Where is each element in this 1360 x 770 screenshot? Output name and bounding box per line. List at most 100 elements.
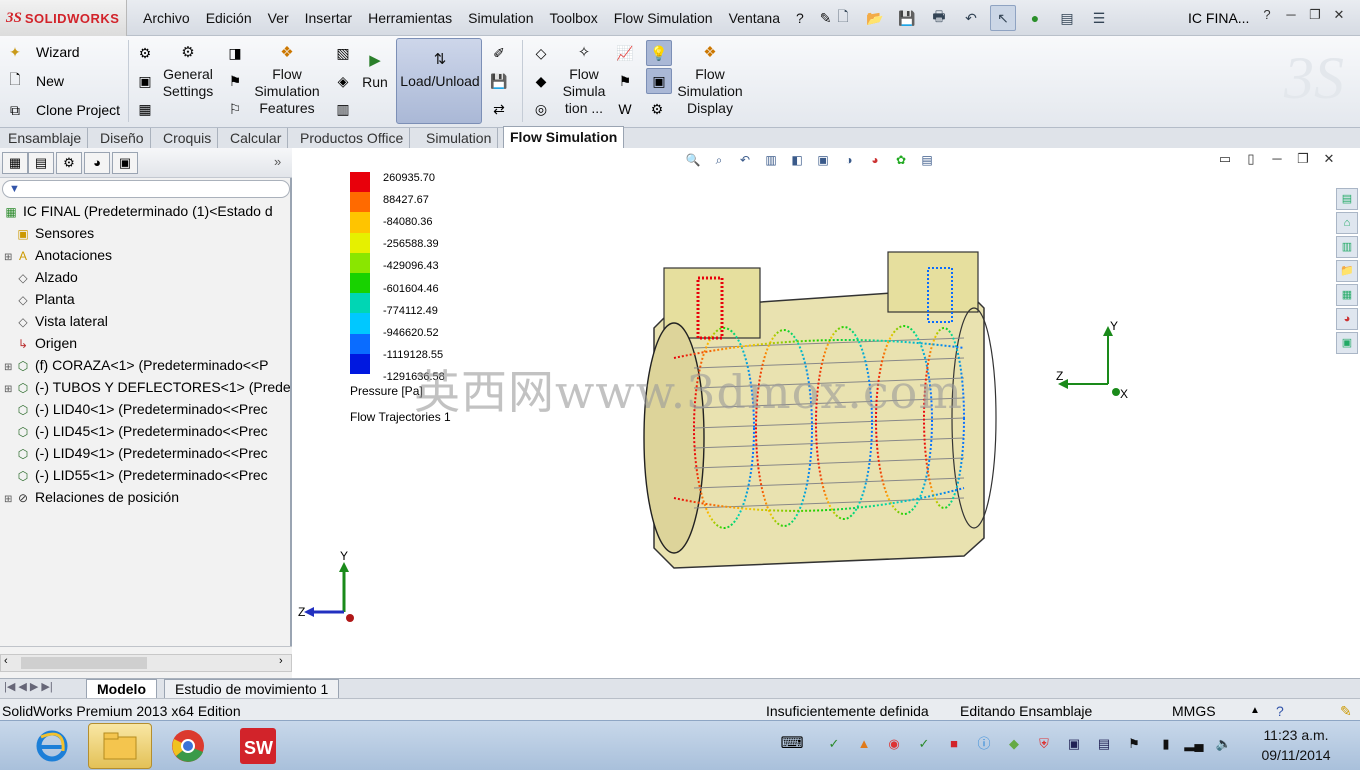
expand-icon[interactable]: ⊞	[4, 357, 14, 376]
tab-modelo[interactable]: Modelo	[86, 679, 157, 699]
tray-app-icon[interactable]: ◉	[884, 734, 904, 754]
surface-plot-icon[interactable]: ◆	[530, 70, 552, 92]
tree-item[interactable]: ◇ Planta	[0, 288, 290, 310]
viewport-close-icon[interactable]: ✕	[1320, 150, 1338, 168]
tree-item[interactable]: ▣ Sensores	[0, 222, 290, 244]
expand-panel-icon[interactable]: »	[274, 154, 281, 169]
tab-flow-simulation[interactable]: Flow Simulation	[503, 126, 625, 148]
on-screen-keyboard-icon[interactable]: ⌨	[774, 734, 810, 754]
general-settings-button[interactable]: ⚙ General Settings	[160, 42, 216, 100]
isosurface-icon[interactable]: ◎	[530, 98, 552, 120]
save-icon[interactable]: 💾	[894, 5, 920, 31]
select-pointer-icon[interactable]: ↖	[990, 5, 1016, 31]
cut-plot-icon[interactable]: ◇	[530, 42, 552, 64]
tab-navigation-icons[interactable]: |◀ ◀ ▶ ▶|	[4, 680, 53, 693]
project-icon[interactable]: ◈	[332, 70, 354, 92]
scroll-right-icon[interactable]: ›	[279, 655, 283, 667]
viewport-minimize-icon[interactable]: ─	[1268, 150, 1286, 168]
close-icon[interactable]: ✕	[1330, 6, 1348, 24]
view-settings-icon[interactable]: ▤	[918, 151, 936, 169]
scrollbar-thumb[interactable]	[21, 657, 147, 669]
run-button[interactable]: ▶ Run	[358, 50, 392, 91]
wizard-button[interactable]: ✦ Wizard	[4, 40, 79, 64]
tray-shield-icon[interactable]: ⛨	[1034, 734, 1054, 754]
menu-toolbox[interactable]: Toolbox	[542, 0, 606, 36]
action-center-flag-icon[interactable]: ⚑	[1124, 734, 1144, 754]
tree-filter[interactable]: ▼	[2, 180, 290, 198]
tree-item[interactable]: ↳ Origen	[0, 332, 290, 354]
volume-icon[interactable]: 🔈	[1214, 734, 1234, 754]
computational-domain-icon[interactable]: ⚙	[134, 42, 156, 64]
tray-app-icon[interactable]: ▣	[1064, 734, 1084, 754]
lightbulb-icon[interactable]: 💡	[646, 40, 672, 66]
menu-insertar[interactable]: Insertar	[297, 0, 360, 36]
view-orientation-icon[interactable]: ◧	[788, 151, 806, 169]
rebuild-icon[interactable]: ●	[1022, 5, 1048, 31]
results-compare-icon[interactable]: ⇄	[488, 98, 510, 120]
tray-info-icon[interactable]: ⓘ	[974, 734, 994, 754]
menu-herramientas[interactable]: Herramientas	[360, 0, 460, 36]
flow-simulation-display-button[interactable]: ❖ Flow Simulation Display	[676, 42, 744, 117]
minimize-icon[interactable]: ─	[1282, 6, 1300, 24]
file-properties-icon[interactable]: ▤	[1054, 5, 1080, 31]
boundary-condition-icon[interactable]: ◨	[224, 42, 246, 64]
menu-simulation[interactable]: Simulation	[460, 0, 541, 36]
display-style-icon[interactable]: ▣	[814, 151, 832, 169]
tab-productos-office[interactable]: Productos Office	[294, 128, 411, 148]
configuration-manager-tab-icon[interactable]: ⚙	[56, 152, 82, 174]
menu-help[interactable]: ?	[788, 0, 812, 36]
system-clock[interactable]: 11:23 a.m. 09/11/2014	[1250, 725, 1342, 765]
tab-simulation[interactable]: Simulation	[420, 128, 499, 148]
feature-manager-tab-icon[interactable]: ▦	[2, 152, 28, 174]
solidworks-logo[interactable]: 3S SOLIDWORKS	[0, 0, 127, 36]
menu-ventana[interactable]: Ventana	[721, 0, 788, 36]
task-pane-resources-icon[interactable]: ▤	[1336, 188, 1358, 210]
flow-simulation-features-button[interactable]: ❖ Flow Simulation Features	[250, 42, 324, 117]
fluid-subdomain-icon[interactable]: ▣	[134, 70, 156, 92]
goals-icon[interactable]: ⚑	[224, 70, 246, 92]
check-geometry-icon[interactable]: ⚐	[224, 98, 246, 120]
tree-item[interactable]: ⬡ (-) LID49<1> (Predeterminado<<Prec	[0, 442, 290, 464]
menu-flow-simulation[interactable]: Flow Simulation	[606, 0, 721, 36]
zoom-to-fit-icon[interactable]: 🔍	[684, 151, 702, 169]
tree-item[interactable]: ⬡ (-) LID45<1> (Predeterminado<<Prec	[0, 420, 290, 442]
print-icon[interactable]: 🖶	[926, 5, 952, 31]
task-pane-custom-properties-icon[interactable]: ▣	[1336, 332, 1358, 354]
appearance-icon[interactable]: ◕	[866, 151, 884, 169]
tree-item[interactable]: ◇ Vista lateral	[0, 310, 290, 332]
tab-estudio-movimiento[interactable]: Estudio de movimiento 1	[164, 679, 340, 699]
goal-plot-icon[interactable]: ⚑	[614, 70, 636, 92]
task-pane-appearances-icon[interactable]: ◕	[1336, 308, 1358, 330]
mesh-icon[interactable]: ▦	[134, 98, 156, 120]
task-pane-folder-icon[interactable]: 📁	[1336, 260, 1358, 282]
new-project-button[interactable]: 🗋 New	[4, 69, 64, 93]
horizontal-scrollbar[interactable]: ‹ ›	[0, 654, 292, 672]
save-results-icon[interactable]: 💾	[488, 70, 510, 92]
expand-icon[interactable]: ⊞	[4, 247, 14, 266]
results-tool-icon[interactable]: ✐	[488, 42, 510, 64]
graphics-viewport[interactable]: 🔍 ⌕ ↶ ▥ ◧ ▣ ◑ ◕ ✿ ▤ ▭ ▯ ─ ❐ ✕ 260935.70 8…	[294, 148, 1360, 678]
batch-run-icon[interactable]: ▥	[332, 98, 354, 120]
tray-app-icon[interactable]: ✓	[914, 734, 934, 754]
task-pane-library-icon[interactable]: ▥	[1336, 236, 1358, 258]
tab-croquis[interactable]: Croquis	[157, 128, 219, 148]
tray-app-icon[interactable]: ✓	[824, 734, 844, 754]
help-icon[interactable]: ?	[1258, 6, 1276, 24]
viewport-restore-icon[interactable]: ❐	[1294, 150, 1312, 168]
solve-icon[interactable]: ▧	[332, 42, 354, 64]
flow-simulation-tools-button[interactable]: ✧ Flow Simula tion ...	[560, 42, 608, 117]
network-signal-icon[interactable]: ▂▄	[1184, 734, 1204, 754]
menu-archivo[interactable]: Archivo	[135, 0, 198, 36]
tree-item[interactable]: ⊞ A Anotaciones	[0, 244, 290, 266]
tray-app-icon[interactable]: ◆	[1004, 734, 1024, 754]
expand-icon[interactable]: ⊞	[4, 379, 14, 398]
tray-app-icon[interactable]: ▤	[1094, 734, 1114, 754]
tree-item[interactable]: ⊞ ⬡ (f) CORAZA<1> (Predeterminado<<P	[0, 354, 290, 376]
property-manager-tab-icon[interactable]: ▤	[28, 152, 54, 174]
open-folder-icon[interactable]: 📂	[862, 5, 888, 31]
battery-icon[interactable]: ▮	[1156, 734, 1176, 754]
chrome-icon[interactable]	[156, 723, 220, 769]
report-icon[interactable]: W	[614, 98, 636, 120]
tray-solidworks-icon[interactable]: ■	[944, 734, 964, 754]
tree-item[interactable]: ⊞ ⬡ (-) TUBOS Y DEFLECTORES<1> (Prede	[0, 376, 290, 398]
